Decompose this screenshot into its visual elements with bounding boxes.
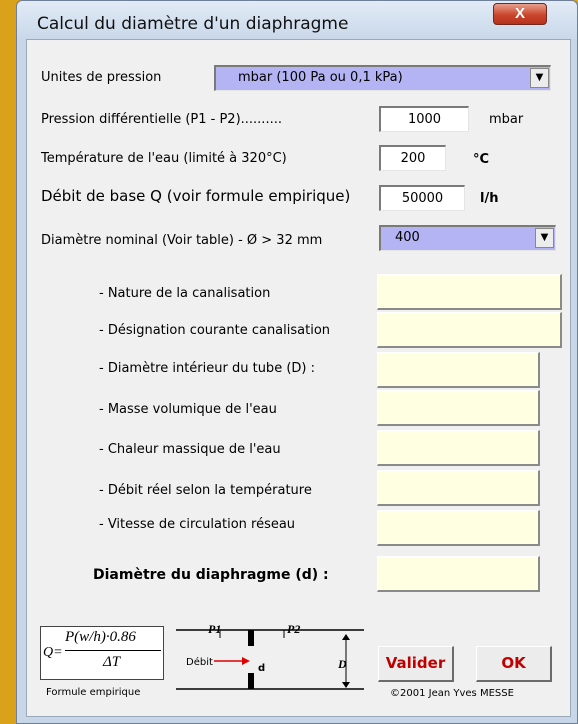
pressure-diff-unit: mbar	[489, 112, 524, 127]
diaphragm-diameter-label: Diamètre du diaphragme (d) :	[93, 567, 329, 583]
fraction-bar	[65, 650, 161, 651]
chevron-down-icon[interactable]: ▼	[530, 68, 549, 88]
nominal-diameter-select[interactable]: 400 ▼	[379, 225, 556, 251]
pressure-units-label: Unites de pression	[41, 70, 162, 85]
temperature-unit: °C	[473, 152, 490, 167]
inner-diameter-output	[377, 352, 540, 388]
specific-heat-label: - Chaleur massique de l'eau	[99, 442, 281, 457]
title-bar: Calcul du diamètre d'un diaphragme X	[17, 1, 577, 39]
formula-caption: Formule empirique	[46, 687, 141, 698]
inner-diameter-label: - Diamètre intérieur du tube (D) :	[99, 361, 315, 376]
diaphragm-diameter-output	[377, 556, 540, 592]
diagram-p1-label: P1	[208, 622, 222, 636]
copyright-text: ©2001 Jean Yves MESSE	[390, 688, 514, 699]
base-flow-input[interactable]: 50000	[379, 185, 465, 211]
specific-heat-output	[377, 430, 540, 466]
pressure-units-value: mbar (100 Pa ou 0,1 kPa)	[238, 70, 403, 85]
form-area: Unites de pression mbar (100 Pa ou 0,1 k…	[26, 39, 571, 717]
temperature-input[interactable]: 200	[379, 145, 446, 171]
ok-button[interactable]: OK	[476, 646, 552, 682]
window-title: Calcul du diamètre d'un diaphragme	[37, 14, 349, 34]
diagram-p2-label: P2	[287, 622, 301, 636]
water-density-label: - Masse volumique de l'eau	[99, 402, 277, 417]
pressure-diff-input[interactable]: 1000	[379, 106, 469, 132]
pipe-nature-label: - Nature de la canalisation	[99, 286, 271, 301]
pipe-designation-output	[377, 312, 562, 348]
base-flow-label: Débit de base Q (voir formule empirique)	[41, 187, 351, 205]
real-flow-label: - Débit réel selon la température	[99, 483, 312, 498]
pressure-diff-label: Pression différentielle (P1 - P2).......…	[41, 112, 282, 127]
temperature-label: Température de l'eau (limité à 320°C)	[41, 151, 287, 166]
pressure-units-select[interactable]: mbar (100 Pa ou 0,1 kPa) ▼	[214, 65, 551, 91]
validate-button[interactable]: Valider	[378, 646, 454, 682]
diagram-flow-label: Débit	[186, 657, 213, 668]
formula-image: Q= P(w/h)·0.86 ΔT	[40, 626, 164, 680]
nominal-diameter-value: 400	[395, 230, 420, 245]
diagram-d-big-label: D	[338, 657, 347, 671]
nominal-diameter-label: Diamètre nominal (Voir table) - Ø > 32 m…	[41, 233, 323, 248]
diagram-d-small-label: d	[258, 663, 266, 674]
pipe-designation-label: - Désignation courante canalisation	[99, 323, 331, 338]
pipe-nature-output	[377, 274, 562, 310]
flow-velocity-output	[377, 510, 540, 546]
formula-denominator: ΔT	[103, 654, 121, 670]
dialog-window: Calcul du diamètre d'un diaphragme X Uni…	[16, 0, 578, 724]
formula-numerator: P(w/h)·0.86	[65, 629, 136, 645]
real-flow-output	[377, 470, 540, 506]
water-density-output	[377, 390, 540, 426]
formula-lhs: Q=	[43, 645, 63, 660]
chevron-down-icon[interactable]: ▼	[535, 228, 554, 248]
base-flow-unit: l/h	[480, 191, 499, 206]
close-button[interactable]: X	[493, 3, 547, 25]
flow-velocity-label: - Vitesse de circulation réseau	[99, 517, 296, 532]
